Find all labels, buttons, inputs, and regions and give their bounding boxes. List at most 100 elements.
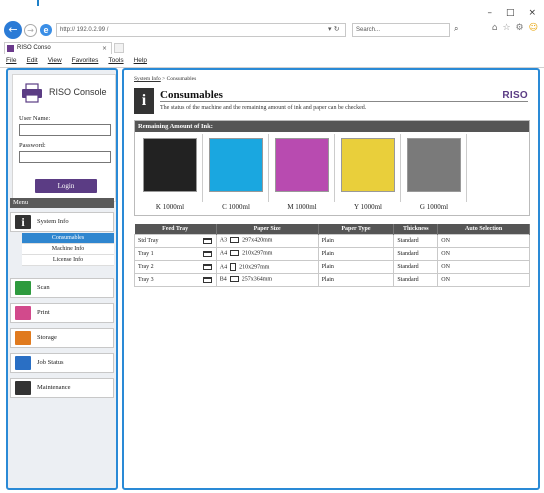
size-code: A4 xyxy=(219,250,228,257)
landscape-paper-icon xyxy=(230,250,240,257)
auto-selection: ON xyxy=(437,259,530,274)
paper-size: B4 257x364mm xyxy=(215,272,319,287)
paper-size: A4 210x297mm xyxy=(215,246,319,261)
browser-toolbar: ⌂ ☆ ⚙ ☺ xyxy=(492,23,538,33)
ink-section: Remaining Amount of Ink: K 1000ml C 1000… xyxy=(134,120,530,216)
maximize-icon[interactable]: □ xyxy=(506,8,515,18)
size-dimensions: 257x364mm xyxy=(241,276,273,283)
printer-logo-icon xyxy=(22,83,42,103)
column-header-auto-selection: Auto Selection xyxy=(437,224,530,234)
new-tab-button[interactable] xyxy=(114,43,124,53)
menu-view[interactable]: View xyxy=(48,55,62,67)
info-icon: i xyxy=(15,215,31,229)
size-dimensions: 210x297mm xyxy=(242,250,273,257)
ink-label-g: G 1000ml xyxy=(419,203,449,211)
landscape-paper-icon xyxy=(230,237,240,244)
sub-item-machine-info[interactable]: Machine Info xyxy=(22,244,114,255)
home-icon[interactable]: ⌂ xyxy=(492,23,498,33)
tray-name: Tray 2 xyxy=(134,259,217,274)
search-icon[interactable]: ⌕ xyxy=(454,24,458,34)
ink-cartridge-g xyxy=(401,134,467,202)
menu-favorites[interactable]: Favorites xyxy=(72,55,99,67)
paper-thickness: Standard xyxy=(393,259,439,274)
menu-header: Menu xyxy=(10,198,114,208)
paper-tray-table: Feed Tray Paper Size Paper Type Thicknes… xyxy=(134,224,530,287)
nav-label: System Info xyxy=(37,218,69,225)
nav-print[interactable]: Print xyxy=(10,303,114,323)
menu-edit[interactable]: Edit xyxy=(26,55,37,67)
tray-icon xyxy=(202,250,212,257)
paper-size: A3 297x420mm xyxy=(215,233,319,248)
gear-icon[interactable]: ⚙ xyxy=(516,23,524,33)
back-arrow-icon[interactable]: ← xyxy=(4,21,22,39)
login-box: RISO Console User Name: Password: Login xyxy=(12,74,116,202)
sub-item-license-info[interactable]: License Info xyxy=(22,255,114,266)
tab-close-icon[interactable]: × xyxy=(102,43,107,54)
tray-name-text: Std Tray xyxy=(138,237,159,244)
feedback-smile-icon[interactable]: ☺ xyxy=(529,23,538,33)
nav-system-info[interactable]: i System Info xyxy=(10,212,114,232)
forward-arrow-icon[interactable]: → xyxy=(24,24,37,37)
tab-favicon-icon xyxy=(7,45,14,52)
size-dimensions: 297x420mm xyxy=(242,237,273,244)
content-panel: System Info > Consumables i Consumables … xyxy=(122,68,540,490)
table-header-row: Feed Tray Paper Size Paper Type Thicknes… xyxy=(134,224,530,234)
search-input[interactable]: Search... xyxy=(352,23,450,37)
address-bar[interactable]: http:// 192.0.2.99 / xyxy=(56,23,346,37)
login-button[interactable]: Login xyxy=(35,179,97,193)
paper-thickness: Standard xyxy=(393,272,439,287)
landscape-paper-icon xyxy=(229,276,239,283)
ink-cartridge-k xyxy=(137,134,203,202)
tab-strip: RISO Conso × xyxy=(0,42,544,54)
sub-item-consumables[interactable]: Consumables xyxy=(22,233,114,244)
nav-label: Storage xyxy=(37,334,57,341)
logo-text: RISO Console xyxy=(49,87,107,97)
storage-icon xyxy=(15,331,31,345)
nav-label: Job Status xyxy=(37,359,64,366)
size-code: A4 xyxy=(219,263,228,270)
table-row: Std Tray A3 297x420mm Plain Standard ON xyxy=(134,233,530,248)
left-panel: RISO Console User Name: Password: Login … xyxy=(6,68,118,490)
menu-tools[interactable]: Tools xyxy=(108,55,123,67)
print-icon xyxy=(15,306,31,320)
column-header-feed-tray: Feed Tray xyxy=(134,224,217,234)
column-header-paper-size: Paper Size xyxy=(216,224,319,234)
ink-swatch xyxy=(143,138,197,192)
paper-type: Plain xyxy=(317,246,395,261)
size-code: A3 xyxy=(219,237,228,244)
nav-scan[interactable]: Scan xyxy=(10,278,114,298)
browser-chrome: – □ × ← → e http:// 192.0.2.99 / ▾ ↻ Sea… xyxy=(0,6,544,68)
tab-riso-console[interactable]: RISO Conso × xyxy=(4,42,112,54)
favorites-star-icon[interactable]: ☆ xyxy=(502,23,510,33)
nav-storage[interactable]: Storage xyxy=(10,328,114,348)
portrait-paper-icon xyxy=(230,262,237,271)
password-input[interactable] xyxy=(19,151,111,163)
menu-help[interactable]: Help xyxy=(134,55,147,67)
riso-console-logo: RISO Console xyxy=(17,83,113,105)
close-icon[interactable]: × xyxy=(528,8,536,18)
ink-swatch xyxy=(341,138,395,192)
password-label: Password: xyxy=(19,142,46,149)
auto-selection: ON xyxy=(437,272,530,287)
username-label: User Name: xyxy=(19,115,51,122)
breadcrumb-current: > Consumables xyxy=(160,76,197,82)
nav-maintenance[interactable]: Maintenance xyxy=(10,378,114,398)
paper-type: Plain xyxy=(317,259,395,274)
scan-icon xyxy=(15,281,31,295)
tray-icon xyxy=(202,263,212,270)
ink-label-c: C 1000ml xyxy=(222,203,250,211)
paper-size: A4 210x297mm xyxy=(215,259,319,274)
username-input[interactable] xyxy=(19,124,111,136)
paper-type: Plain xyxy=(317,233,395,248)
ink-label-y: Y 1000ml xyxy=(354,203,382,211)
refresh-icon[interactable]: ▾ ↻ xyxy=(328,25,340,33)
nav-job-status[interactable]: Job Status xyxy=(10,353,114,373)
nav-label: Print xyxy=(37,309,50,316)
column-header-paper-type: Paper Type xyxy=(318,224,395,234)
title-divider xyxy=(160,101,528,102)
ink-section-header: Remaining Amount of Ink: xyxy=(135,121,529,132)
menu-file[interactable]: File xyxy=(6,55,16,67)
tray-name: Tray 1 xyxy=(134,246,217,261)
minimize-icon[interactable]: – xyxy=(487,8,492,18)
breadcrumb-link[interactable]: System Info xyxy=(134,76,161,82)
